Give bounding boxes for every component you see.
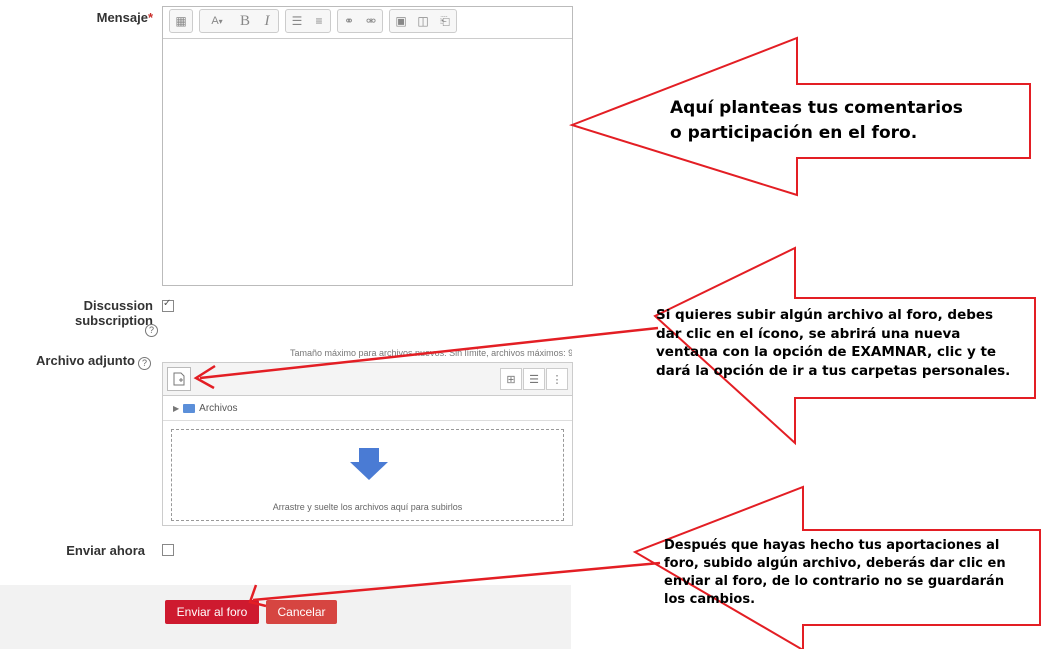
callout-submit-line-4: los cambios.	[664, 592, 756, 607]
pointer-line-submit	[252, 561, 661, 602]
callout-submit-line-3: enviar al foro, de lo contrario no se gu…	[664, 574, 1005, 589]
callout-attach-line-3: ventana con la opción de EXAMNAR, clic y…	[656, 344, 997, 360]
callout-attach-line-4: dará la opción de ir a tus carpetas pers…	[656, 362, 1011, 379]
callout-message-text: Aquí planteas tus comentarios o particip…	[670, 96, 963, 146]
pointer-line-attach	[199, 326, 659, 380]
callout-attach-text: Si quieres subir algún archivo al foro, …	[656, 306, 1010, 380]
pointer-head-submit	[248, 584, 267, 608]
callout-attach-line-1: Si quieres subir algún archivo al foro, …	[656, 307, 994, 323]
callout-attach-line-2: dar clic en el ícono, se abrirá una nuev…	[656, 325, 961, 342]
callout-submit-text: Después que hayas hecho tus aportaciones…	[664, 537, 1006, 609]
callout-submit-line-1: Después que hayas hecho tus aportaciones…	[664, 538, 1000, 553]
callout-message-line-1: Aquí planteas tus comentarios	[670, 98, 963, 118]
callout-message-line-2: o participación en el foro.	[670, 123, 918, 143]
callout-submit-line-2: foro, subido algún archivo, deberás dar …	[664, 556, 1006, 571]
